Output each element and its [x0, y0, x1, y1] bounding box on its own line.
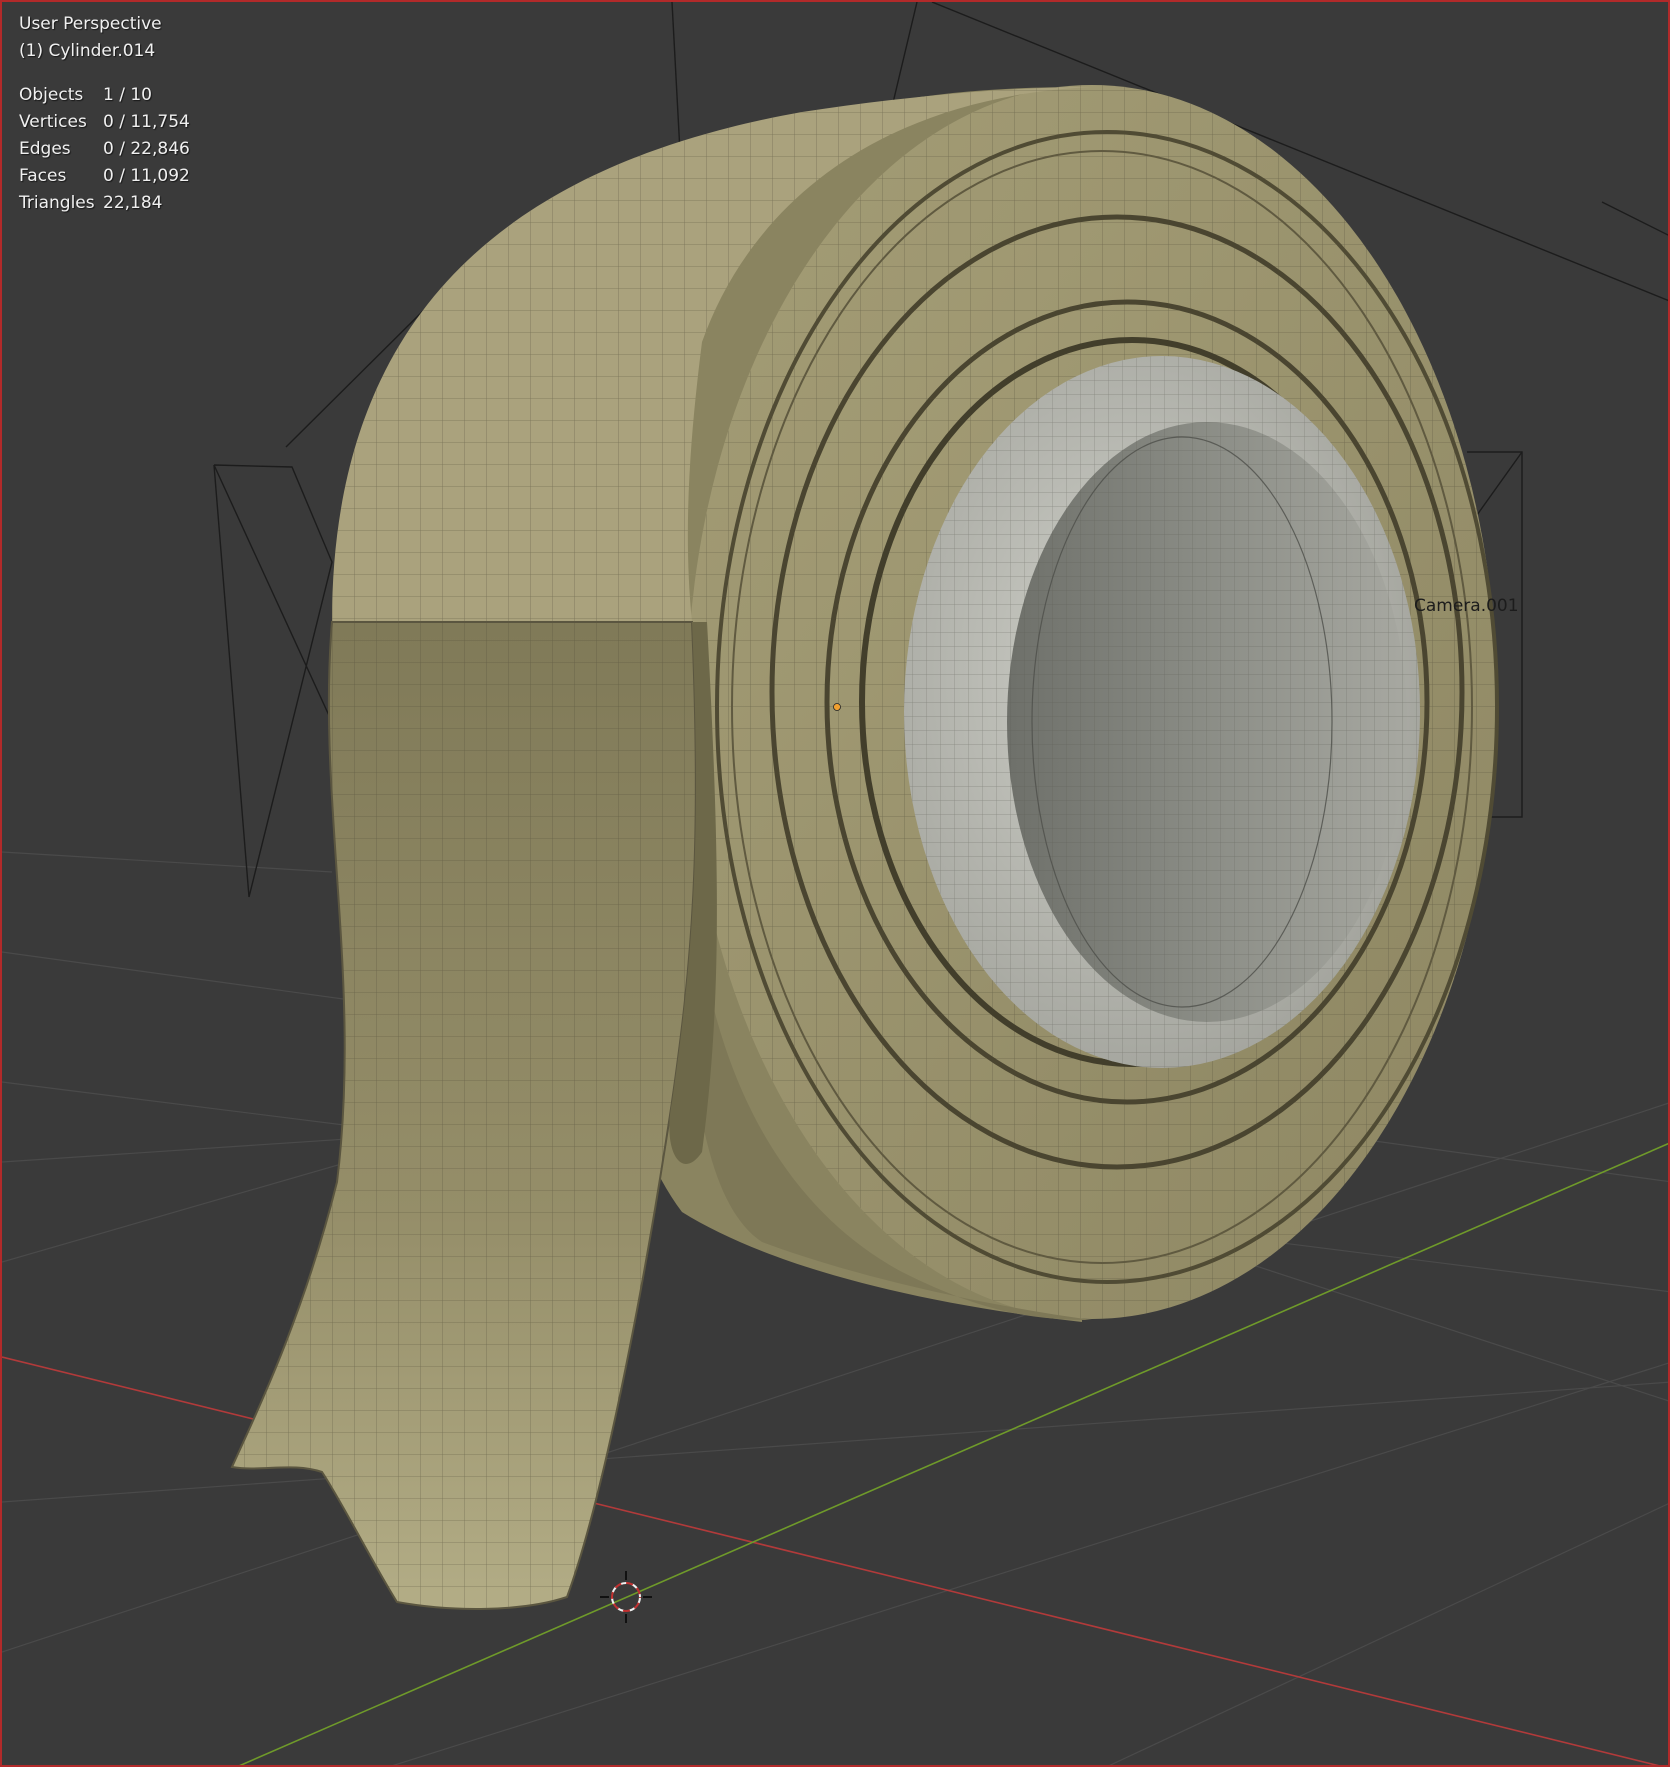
- stat-key: Vertices: [19, 112, 87, 132]
- stat-value: 22,184: [103, 193, 163, 213]
- stat-value: 0 / 11,092: [103, 166, 190, 186]
- tape-roll: [230, 85, 1499, 1610]
- stat-value: 0 / 11,754: [103, 112, 190, 132]
- stat-row-objects: Objects 1 / 10: [19, 82, 190, 109]
- stat-row-vertices: Vertices 0 / 11,754: [19, 109, 190, 136]
- view-info: User Perspective (1) Cylinder.014: [19, 11, 162, 65]
- stat-key: Objects: [19, 85, 84, 105]
- stat-key: Faces: [19, 166, 67, 186]
- scene-statistics: Objects 1 / 10 Vertices 0 / 11,754 Edges…: [19, 82, 190, 217]
- stat-key: Triangles: [19, 193, 95, 213]
- object-origin-dot: [833, 703, 841, 711]
- view-name: User Perspective: [19, 14, 162, 34]
- stat-value: 1 / 10: [103, 85, 152, 105]
- stat-key: Edges: [19, 139, 71, 159]
- stat-row-faces: Faces 0 / 11,092: [19, 163, 190, 190]
- scene-render: [2, 2, 1668, 1765]
- active-object-name: (1) Cylinder.014: [19, 41, 156, 61]
- stat-value: 0 / 22,846: [103, 139, 190, 159]
- stat-row-triangles: Triangles 22,184: [19, 190, 190, 217]
- camera-label: Camera.001: [1414, 596, 1519, 616]
- x-axis-line: [2, 1356, 1660, 1765]
- 3d-viewport[interactable]: User Perspective (1) Cylinder.014 Object…: [0, 0, 1670, 1767]
- stat-row-edges: Edges 0 / 22,846: [19, 136, 190, 163]
